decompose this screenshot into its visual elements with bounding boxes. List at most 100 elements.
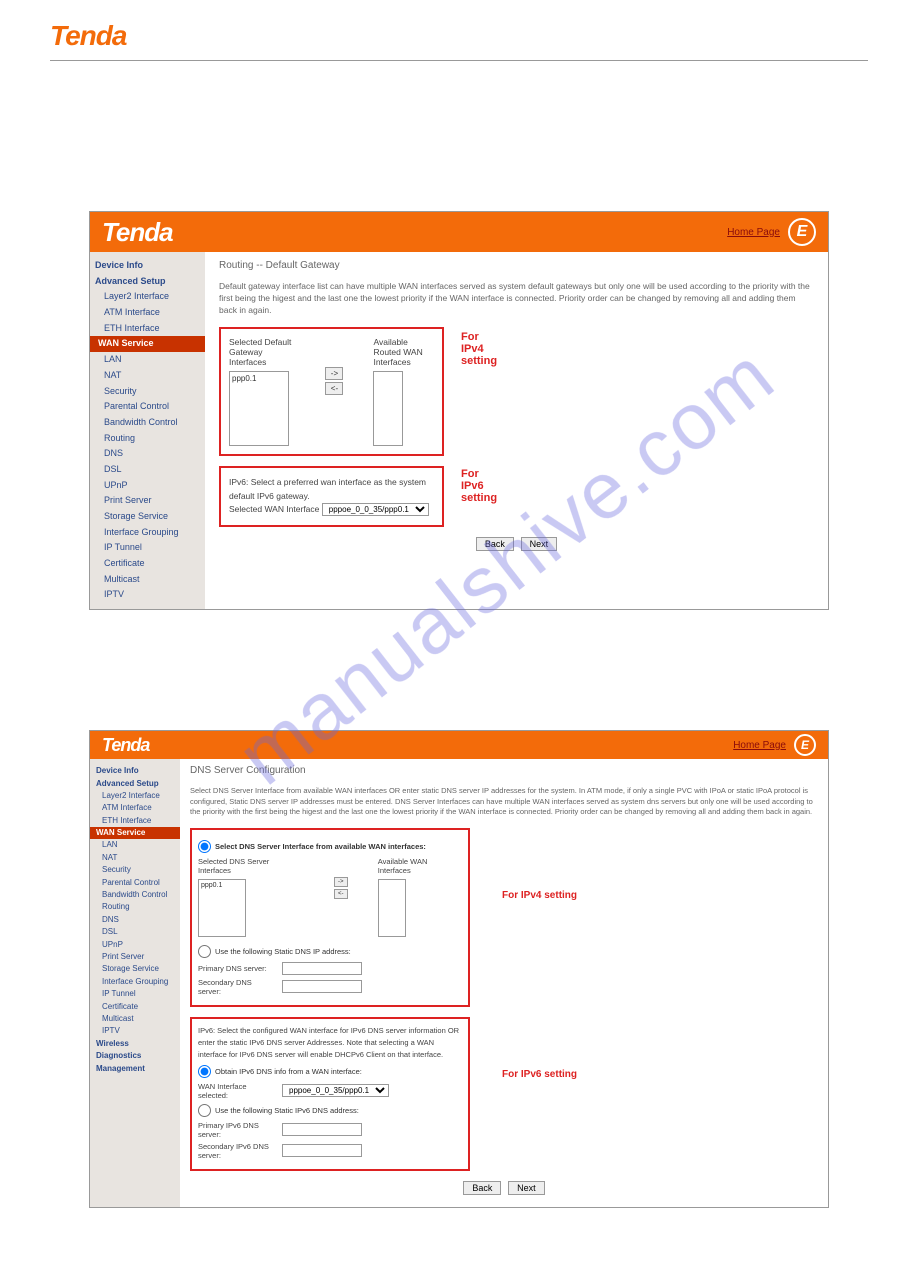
sidebar-item-diag[interactable]: Diagnostics: [90, 1050, 180, 1062]
screenshot-dns: Tenda Home Page E Device Info Advanced S…: [89, 730, 829, 1208]
static-ipv6-radio[interactable]: [198, 1104, 211, 1117]
sidebar-heading-advanced[interactable]: Advanced Setup: [90, 274, 205, 290]
primary-dns-input[interactable]: [282, 962, 362, 975]
sidebar-item-layer2[interactable]: Layer2 Interface: [90, 790, 180, 802]
sidebar: Device Info Advanced Setup Layer2 Interf…: [90, 759, 180, 1207]
select-interface-radio[interactable]: [198, 840, 211, 853]
move-left-button[interactable]: <-: [334, 889, 348, 899]
app-header: Tenda Home Page E: [90, 731, 828, 759]
sidebar-heading-device[interactable]: Device Info: [90, 258, 205, 274]
sidebar-item-iptunnel[interactable]: IP Tunnel: [90, 540, 205, 556]
sidebar-item-atm[interactable]: ATM Interface: [90, 305, 205, 321]
select-interface-label: Select DNS Server Interface from availab…: [215, 842, 426, 851]
secondary-dns-input[interactable]: [282, 980, 362, 993]
selected-listbox[interactable]: ppp0.1: [198, 879, 246, 937]
wan-interface-select[interactable]: pppoe_0_0_35/ppp0.1: [282, 1084, 389, 1097]
sidebar-item-ifgroup[interactable]: Interface Grouping: [90, 976, 180, 988]
sidebar-item-iptv[interactable]: IPTV: [90, 587, 205, 603]
home-link[interactable]: Home Page: [733, 740, 786, 751]
sidebar-item-multicast[interactable]: Multicast: [90, 1013, 180, 1025]
sidebar-item-wan[interactable]: WAN Service: [90, 827, 180, 839]
primary-dns-label: Primary DNS server:: [198, 964, 276, 973]
sidebar-item-security[interactable]: Security: [90, 864, 180, 876]
selected-label: Selected Default Gateway Interfaces: [229, 337, 295, 368]
breadcrumb: DNS Server Configuration: [190, 765, 818, 776]
page-logo: Tenda: [50, 20, 868, 52]
sidebar-item-multicast[interactable]: Multicast: [90, 572, 205, 588]
page-description: Select DNS Server Interface from availab…: [190, 786, 818, 818]
wan-interface-label: Selected WAN Interface: [229, 504, 319, 514]
ipv4-panel: For IPv4 setting Selected Default Gatewa…: [219, 327, 444, 457]
available-listbox[interactable]: [378, 879, 406, 937]
wan-interface-select[interactable]: pppoe_0_0_35/ppp0.1: [322, 503, 429, 516]
ipv6-panel: For IPv6 setting IPv6: Select the config…: [190, 1017, 470, 1171]
sidebar-item-storage[interactable]: Storage Service: [90, 963, 180, 975]
secondary-ipv6-input[interactable]: [282, 1144, 362, 1157]
sidebar-item-cert[interactable]: Certificate: [90, 556, 205, 572]
sidebar-heading-device[interactable]: Device Info: [90, 765, 180, 777]
ipv6-note: IPv6: Select a preferred wan interface a…: [229, 476, 434, 503]
sidebar-item-print[interactable]: Print Server: [90, 951, 180, 963]
brand-icon: E: [788, 218, 816, 246]
sidebar-item-ifgroup[interactable]: Interface Grouping: [90, 525, 205, 541]
header-logo: Tenda: [102, 217, 173, 248]
selected-label: Selected DNS Server Interfaces: [198, 857, 304, 875]
sidebar-item-eth[interactable]: ETH Interface: [90, 815, 180, 827]
app-header: Tenda Home Page E: [90, 212, 828, 252]
page-divider: [50, 60, 868, 61]
static-ipv6-label: Use the following Static IPv6 DNS addres…: [215, 1106, 359, 1115]
sidebar-item-iptv[interactable]: IPTV: [90, 1025, 180, 1037]
move-left-button[interactable]: <-: [325, 382, 343, 395]
ipv4-annotation: For IPv4 setting: [461, 331, 497, 367]
secondary-dns-label: Secondary DNS server:: [198, 978, 276, 996]
sidebar-item-layer2[interactable]: Layer2 Interface: [90, 289, 205, 305]
sidebar-item-lan[interactable]: LAN: [90, 839, 180, 851]
sidebar-item-parental[interactable]: Parental Control: [90, 877, 180, 889]
move-right-button[interactable]: ->: [334, 877, 348, 887]
sidebar-item-bandwidth[interactable]: Bandwidth Control: [90, 889, 180, 901]
sidebar-item-bandwidth[interactable]: Bandwidth Control: [90, 415, 205, 431]
ipv6-annotation: For IPv6 setting: [502, 1069, 577, 1080]
sidebar-item-wan[interactable]: WAN Service: [90, 336, 205, 352]
available-label: Available WAN Interfaces: [378, 857, 462, 875]
available-listbox[interactable]: [373, 371, 403, 446]
ipv6-note: IPv6: Select the configured WAN interfac…: [198, 1025, 462, 1061]
breadcrumb: Routing -- Default Gateway: [219, 260, 814, 271]
sidebar-item-print[interactable]: Print Server: [90, 493, 205, 509]
sidebar-item-wireless[interactable]: Wireless: [90, 1038, 180, 1050]
sidebar-item-dsl[interactable]: DSL: [90, 926, 180, 938]
sidebar-item-lan[interactable]: LAN: [90, 352, 205, 368]
sidebar-item-parental[interactable]: Parental Control: [90, 399, 205, 415]
sidebar-heading-advanced[interactable]: Advanced Setup: [90, 778, 180, 790]
sidebar-item-routing[interactable]: Routing: [90, 431, 205, 447]
sidebar-item-mgmt[interactable]: Management: [90, 1063, 180, 1075]
back-button[interactable]: Back: [476, 537, 514, 551]
ipv6-annotation: For IPv6 setting: [461, 468, 497, 504]
static-dns-label: Use the following Static DNS IP address:: [215, 947, 351, 956]
next-button[interactable]: Next: [521, 537, 558, 551]
sidebar-item-atm[interactable]: ATM Interface: [90, 802, 180, 814]
sidebar-item-eth[interactable]: ETH Interface: [90, 321, 205, 337]
sidebar-item-dns[interactable]: DNS: [90, 446, 205, 462]
sidebar-item-cert[interactable]: Certificate: [90, 1001, 180, 1013]
sidebar-item-dns[interactable]: DNS: [90, 914, 180, 926]
sidebar-item-upnp[interactable]: UPnP: [90, 478, 205, 494]
ipv4-panel: For IPv4 setting Select DNS Server Inter…: [190, 828, 470, 1007]
sidebar-item-storage[interactable]: Storage Service: [90, 509, 205, 525]
sidebar-item-nat[interactable]: NAT: [90, 852, 180, 864]
obtain-ipv6-radio[interactable]: [198, 1065, 211, 1078]
sidebar-item-routing[interactable]: Routing: [90, 901, 180, 913]
sidebar-item-iptunnel[interactable]: IP Tunnel: [90, 988, 180, 1000]
move-right-button[interactable]: ->: [325, 367, 343, 380]
available-label: Available Routed WAN Interfaces: [373, 337, 434, 368]
sidebar-item-nat[interactable]: NAT: [90, 368, 205, 384]
static-dns-radio[interactable]: [198, 945, 211, 958]
selected-listbox[interactable]: ppp0.1: [229, 371, 289, 446]
sidebar-item-security[interactable]: Security: [90, 384, 205, 400]
ipv6-panel: For IPv6 setting IPv6: Select a preferre…: [219, 466, 444, 527]
sidebar: Device Info Advanced Setup Layer2 Interf…: [90, 252, 205, 609]
primary-ipv6-input[interactable]: [282, 1123, 362, 1136]
sidebar-item-upnp[interactable]: UPnP: [90, 939, 180, 951]
sidebar-item-dsl[interactable]: DSL: [90, 462, 205, 478]
home-link[interactable]: Home Page: [727, 227, 780, 238]
